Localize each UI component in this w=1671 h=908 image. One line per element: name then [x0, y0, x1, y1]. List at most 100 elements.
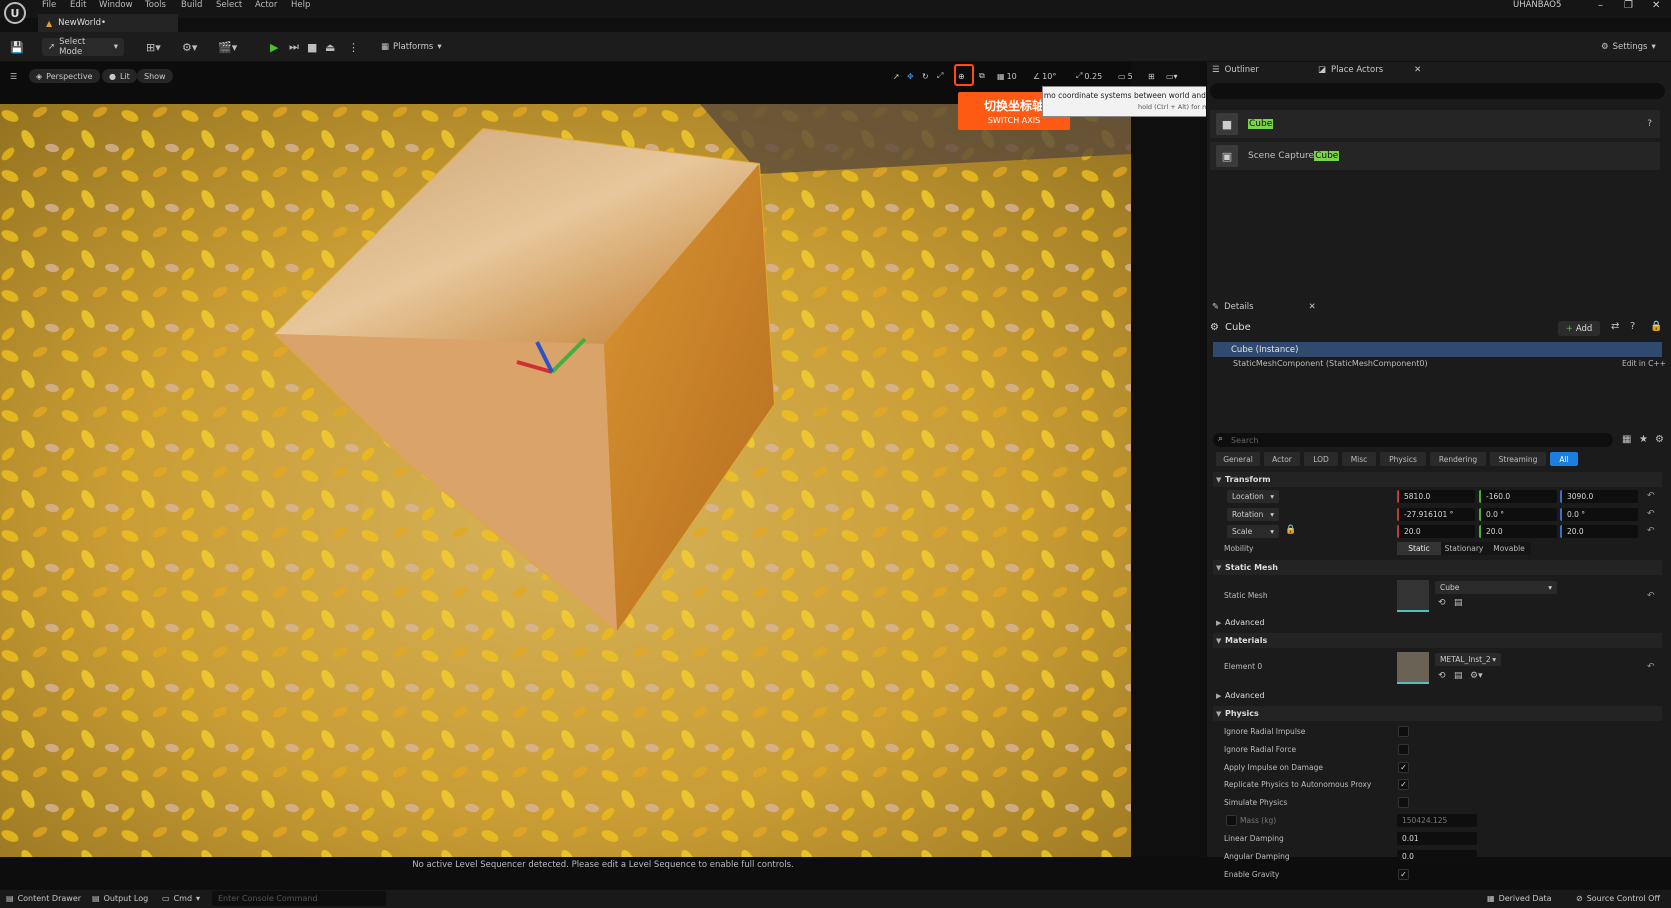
location-x-field[interactable]: 5810.0: [1397, 490, 1475, 503]
enable-gravity-checkbox[interactable]: ✓: [1398, 869, 1409, 880]
scale-dropdown[interactable]: Scale ▾: [1227, 525, 1279, 538]
details-search-input[interactable]: Search: [1213, 433, 1613, 447]
settings-button[interactable]: ⚙ Settings ▾: [1595, 38, 1662, 56]
gear-icon[interactable]: ⚙▾: [1470, 671, 1483, 681]
stop-icon[interactable]: ■: [307, 38, 317, 56]
menu-help[interactable]: Help: [291, 0, 310, 10]
content-drawer-button[interactable]: ▤ Content Drawer: [6, 891, 81, 906]
mass-field[interactable]: 150424.125: [1397, 814, 1477, 827]
filter-rendering[interactable]: Rendering: [1430, 452, 1486, 466]
filter-all[interactable]: All: [1550, 452, 1578, 466]
menu-window[interactable]: Window: [99, 0, 133, 10]
blueprint-icon[interactable]: ⇄: [1611, 321, 1619, 332]
material-thumbnail[interactable]: [1397, 652, 1429, 684]
surface-snap-icon[interactable]: ⧉: [979, 69, 985, 83]
location-y-field[interactable]: -160.0: [1479, 490, 1557, 503]
location-dropdown[interactable]: Location ▾: [1227, 490, 1279, 503]
linear-damping-field[interactable]: 0.01: [1397, 832, 1477, 845]
menu-actor[interactable]: Actor: [255, 0, 277, 10]
help-icon[interactable]: ?: [1630, 321, 1635, 332]
add-component-button[interactable]: + Add: [1558, 321, 1600, 336]
scene-render[interactable]: [0, 104, 1131, 857]
section-materials[interactable]: ▼ Materials: [1213, 633, 1662, 648]
gear-icon[interactable]: ⚙: [1655, 434, 1664, 445]
reset-icon[interactable]: ↶: [1647, 591, 1655, 601]
reset-icon[interactable]: ↶: [1647, 662, 1655, 672]
scale-tool-icon[interactable]: ⤢: [937, 69, 943, 83]
menu-build[interactable]: Build: [181, 0, 202, 10]
rotate-tool-icon[interactable]: ↻: [922, 69, 929, 83]
mobility-movable[interactable]: Movable: [1487, 542, 1531, 555]
section-physics[interactable]: ▼ Physics: [1213, 706, 1662, 721]
location-z-field[interactable]: 3090.0: [1560, 490, 1638, 503]
help-icon[interactable]: ?: [1647, 119, 1652, 129]
outliner-row-scene-capture[interactable]: ▣ Scene Capture Cube: [1210, 142, 1660, 170]
output-log-button[interactable]: ▤ Output Log: [92, 891, 148, 906]
step-icon[interactable]: ⏭: [289, 38, 299, 56]
eject-icon[interactable]: ⏏: [325, 38, 335, 56]
outliner-search-input[interactable]: [1210, 83, 1665, 99]
mobility-stationary[interactable]: Stationary: [1441, 542, 1487, 555]
scale-x-field[interactable]: 20.0: [1397, 525, 1475, 538]
menu-select[interactable]: Select: [216, 0, 242, 10]
browse-icon[interactable]: ⟲: [1438, 598, 1446, 608]
unreal-logo[interactable]: U: [4, 2, 26, 24]
restore-button[interactable]: ❐: [1624, 0, 1633, 11]
menu-file[interactable]: File: [42, 0, 56, 10]
reset-icon[interactable]: ↶: [1647, 526, 1655, 536]
filter-actor[interactable]: Actor: [1264, 452, 1300, 466]
close-tab-icon[interactable]: ✕: [1414, 65, 1421, 75]
scale-y-field[interactable]: 20.0: [1479, 525, 1557, 538]
section-transform[interactable]: ▼ Transform: [1213, 472, 1662, 487]
rotation-dropdown[interactable]: Rotation ▾: [1227, 508, 1279, 521]
play-icon[interactable]: ▶: [270, 38, 278, 56]
edit-in-cpp-link[interactable]: Edit in C++: [1622, 359, 1666, 368]
angular-damping-field[interactable]: 0.0: [1397, 850, 1477, 863]
material-picker[interactable]: METAL_Inst_2 ▾: [1435, 653, 1501, 666]
perspective-button[interactable]: ◈ Perspective: [29, 69, 100, 83]
component-mesh-row[interactable]: StaticMeshComponent (StaticMeshComponent…: [1233, 359, 1428, 368]
browse-icon[interactable]: ⟲: [1438, 671, 1446, 681]
lock-icon[interactable]: 🔒: [1285, 525, 1296, 535]
blueprint-icon[interactable]: ⚙▾: [182, 38, 197, 56]
rotation-x-field[interactable]: -27.916101 °: [1397, 508, 1475, 521]
maximize-viewport-icon[interactable]: ▭▾: [1166, 69, 1178, 83]
filter-streaming[interactable]: Streaming: [1490, 452, 1546, 466]
more-options-icon[interactable]: ⋮: [348, 38, 359, 56]
tab-details[interactable]: ✎ Details ✕: [1212, 299, 1316, 315]
section-static-mesh[interactable]: ▼ Static Mesh: [1213, 560, 1662, 575]
add-actor-icon[interactable]: ⊞▾: [146, 38, 161, 56]
save-icon[interactable]: 💾: [10, 38, 24, 56]
show-button[interactable]: Show: [137, 69, 173, 83]
folder-icon[interactable]: ▤: [1454, 598, 1463, 608]
tab-place-actors[interactable]: ◪ Place Actors ✕: [1318, 62, 1421, 78]
switch-axis-highlight[interactable]: [954, 64, 974, 86]
select-mode-button[interactable]: ➚ Select Mode ▾: [42, 37, 124, 57]
section-materials-advanced[interactable]: ▶ Advanced: [1213, 688, 1662, 703]
filter-general[interactable]: General: [1216, 452, 1260, 466]
grid-view-icon[interactable]: ▦: [1622, 434, 1631, 445]
tab-outliner[interactable]: ☰ Outliner: [1212, 62, 1259, 78]
rotation-y-field[interactable]: 0.0 °: [1479, 508, 1557, 521]
apply-impulse-checkbox[interactable]: ✓: [1398, 762, 1409, 773]
select-tool-icon[interactable]: ➚: [893, 69, 900, 83]
rotation-snap-control[interactable]: ∠ 10°: [1033, 69, 1056, 83]
reset-icon[interactable]: ↶: [1647, 509, 1655, 519]
component-instance-row[interactable]: Cube (Instance): [1213, 342, 1662, 357]
filter-physics[interactable]: Physics: [1380, 452, 1426, 466]
close-window-button[interactable]: ✕: [1652, 0, 1660, 11]
translate-tool-icon[interactable]: ✥: [907, 69, 914, 83]
mass-override-checkbox[interactable]: [1226, 815, 1237, 826]
scale-snap-control[interactable]: ⤢ 0.25: [1076, 69, 1102, 83]
outliner-row-cube[interactable]: ■ Cube ?: [1210, 110, 1660, 138]
minimize-button[interactable]: –: [1598, 0, 1603, 11]
menu-edit[interactable]: Edit: [70, 0, 86, 10]
grid-snap-control[interactable]: ▦ 10: [997, 69, 1017, 83]
derived-data-button[interactable]: ▦ Derived Data: [1487, 891, 1552, 906]
rotation-z-field[interactable]: 0.0 °: [1560, 508, 1638, 521]
menu-tools[interactable]: Tools: [145, 0, 166, 10]
source-control-button[interactable]: ⊘ Source Control Off: [1576, 891, 1660, 906]
hamburger-menu-icon[interactable]: ☰: [10, 69, 17, 83]
ignore-radial-impulse-checkbox[interactable]: [1398, 726, 1409, 737]
filter-misc[interactable]: Misc: [1342, 452, 1376, 466]
